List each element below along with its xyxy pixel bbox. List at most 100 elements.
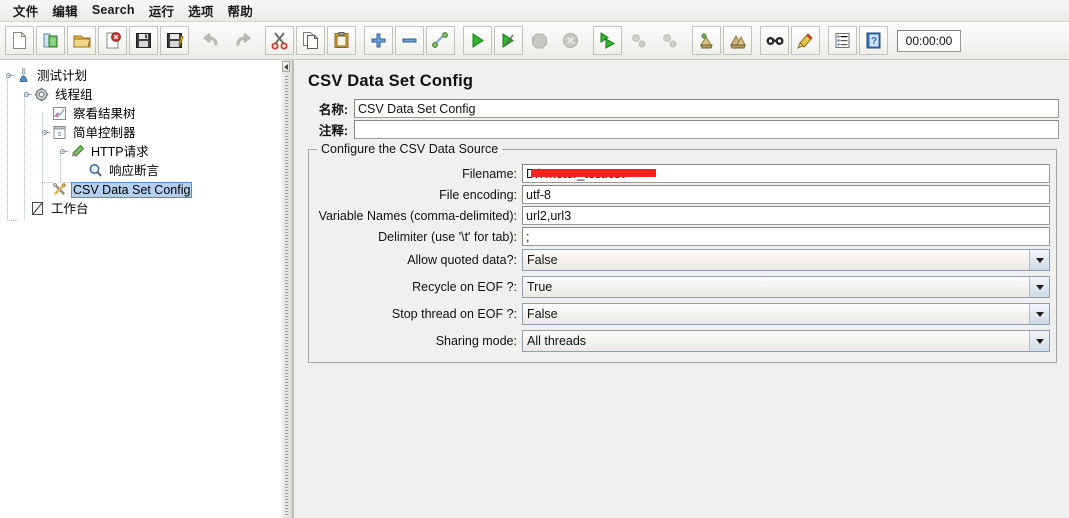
chevron-down-icon[interactable] (1029, 304, 1049, 324)
new-icon[interactable] (5, 26, 34, 55)
collapse-all-icon[interactable] (395, 26, 424, 55)
remote-stop-all-icon[interactable] (624, 26, 653, 55)
help-icon[interactable]: ? (859, 26, 888, 55)
recycle-on-eof-dropdown[interactable]: True (522, 276, 1050, 298)
tree-node-csv-data-set-config[interactable]: CSV Data Set Config (0, 180, 281, 199)
test-plan-tree-pane: 测试计划 线程组 察看结果树 s 简单控制器 HTTP请求 响应断言 CSV D… (0, 60, 281, 518)
delimiter-input[interactable]: ; (522, 227, 1050, 246)
csv-data-set-config-panel: CSV Data Set Config 名称: CSV Data Set Con… (294, 60, 1069, 363)
shutdown-icon[interactable] (556, 26, 585, 55)
expand-all-icon[interactable] (364, 26, 393, 55)
remote-start-all-icon[interactable] (593, 26, 622, 55)
tree-node-label: 察看结果树 (73, 106, 136, 121)
function-helper-icon[interactable] (828, 26, 857, 55)
split-collapse-arrow-icon[interactable] (282, 61, 290, 72)
tree-node-workbench[interactable]: 工作台 (0, 199, 281, 218)
svg-text:?: ? (871, 36, 877, 47)
file-encoding-input[interactable]: utf-8 (522, 185, 1050, 204)
tree-expand-handle[interactable] (38, 126, 51, 139)
allow-quoted-data-dropdown[interactable]: False (522, 249, 1050, 271)
start-icon[interactable] (463, 26, 492, 55)
tree-node-test-plan[interactable]: 测试计划 (0, 66, 281, 85)
test-plan-tree: 测试计划 线程组 察看结果树 s 简单控制器 HTTP请求 响应断言 CSV D… (0, 60, 281, 221)
name-input[interactable]: CSV Data Set Config (354, 99, 1059, 118)
toolbar-separator (357, 26, 363, 55)
http-request-icon (69, 144, 86, 160)
toolbar-separator (821, 26, 827, 55)
redaction-bar (531, 169, 656, 177)
variable-names-input[interactable]: url2,url3 (522, 206, 1050, 225)
menu-help[interactable]: 帮助 (221, 0, 260, 23)
recycle-on-eof-row: Recycle on EOF ?: True (315, 276, 1050, 298)
tree-node-response-assertion[interactable]: 响应断言 (0, 161, 281, 180)
save-as-icon[interactable] (160, 26, 189, 55)
tree-node-label: 测试计划 (37, 68, 88, 83)
templates-icon[interactable] (36, 26, 65, 55)
page-title: CSV Data Set Config (308, 72, 474, 90)
stop-icon[interactable] (525, 26, 554, 55)
search-reset-icon[interactable] (791, 26, 820, 55)
sharing-mode-value: All threads (527, 334, 587, 348)
chevron-down-icon[interactable] (1029, 250, 1049, 270)
jmeter-window: 文件 编辑 Search 运行 选项 帮助 ? 00:00:00 测试计划 线程… (0, 0, 1069, 518)
stop-thread-on-eof-dropdown[interactable]: False (522, 303, 1050, 325)
tree-expand-handle[interactable] (56, 145, 69, 158)
tree-node-simple-controller[interactable]: s 简单控制器 (0, 123, 281, 142)
tree-node-http-request[interactable]: HTTP请求 (0, 142, 281, 161)
simple-controller-icon: s (51, 125, 68, 141)
sharing-mode-dropdown[interactable]: All threads (522, 330, 1050, 352)
tree-node-view-results-tree[interactable]: 察看结果树 (0, 104, 281, 123)
stop-thread-on-eof-label: Stop thread on EOF ?: (391, 307, 517, 321)
menu-run[interactable]: 运行 (142, 0, 181, 23)
clear-all-icon[interactable] (723, 26, 752, 55)
recycle-on-eof-value: True (527, 280, 553, 294)
toolbar: ? 00:00:00 (0, 22, 1069, 60)
view-results-tree-icon (51, 106, 68, 122)
filename-input[interactable]: D:\ meter_test.csv (522, 164, 1050, 183)
tree-leaf-handle (38, 107, 51, 120)
sharing-mode-row: Sharing mode: All threads (315, 330, 1050, 352)
split-pane-divider[interactable] (281, 60, 293, 518)
undo-icon[interactable] (197, 26, 226, 55)
delimiter-row: Delimiter (use '\t' for tab): ; (315, 227, 1050, 246)
tree-expand-handle[interactable] (2, 69, 15, 82)
tree-node-label: 线程组 (55, 87, 93, 102)
comment-input[interactable] (354, 120, 1059, 139)
clear-icon[interactable] (692, 26, 721, 55)
tree-leaf-handle (16, 202, 29, 215)
remote-shutdown-all-icon[interactable] (655, 26, 684, 55)
group-title: Configure the CSV Data Source (317, 142, 503, 156)
toolbar-separator (586, 26, 592, 55)
sharing-mode-label: Sharing mode: (435, 334, 517, 348)
menu-search[interactable]: Search (85, 1, 142, 20)
copy-icon[interactable] (296, 26, 325, 55)
search-icon[interactable] (760, 26, 789, 55)
chevron-down-icon[interactable] (1029, 331, 1049, 351)
toolbar-separator (258, 26, 264, 55)
chevron-down-icon[interactable] (1029, 277, 1049, 297)
tree-node-thread-group[interactable]: 线程组 (0, 85, 281, 104)
delimiter-label: Delimiter (use '\t' for tab): (378, 229, 517, 244)
thread-group-icon (33, 87, 50, 103)
tree-expand-handle[interactable] (20, 88, 33, 101)
cut-icon[interactable] (265, 26, 294, 55)
stop-thread-on-eof-row: Stop thread on EOF ?: False (315, 303, 1050, 325)
menu-file[interactable]: 文件 (6, 0, 45, 23)
element-config-pane: CSV Data Set Config 名称: CSV Data Set Con… (293, 60, 1069, 518)
toggle-icon[interactable] (426, 26, 455, 55)
response-assertion-icon (87, 163, 104, 179)
filename-row: Filename: D:\ meter_test.csv (315, 164, 1050, 183)
open-icon[interactable] (67, 26, 96, 55)
save-icon[interactable] (129, 26, 158, 55)
close-icon[interactable] (98, 26, 127, 55)
filename-label: Filename: (462, 166, 517, 181)
menu-options[interactable]: 选项 (181, 0, 220, 23)
tree-node-label: 响应断言 (109, 163, 160, 178)
tree-node-label: 简单控制器 (73, 125, 136, 140)
redo-icon[interactable] (228, 26, 257, 55)
paste-icon[interactable] (327, 26, 356, 55)
workbench-icon (29, 201, 46, 217)
start-no-pauses-icon[interactable] (494, 26, 523, 55)
menu-edit[interactable]: 编辑 (45, 0, 84, 23)
csv-data-set-config-icon (51, 182, 68, 198)
